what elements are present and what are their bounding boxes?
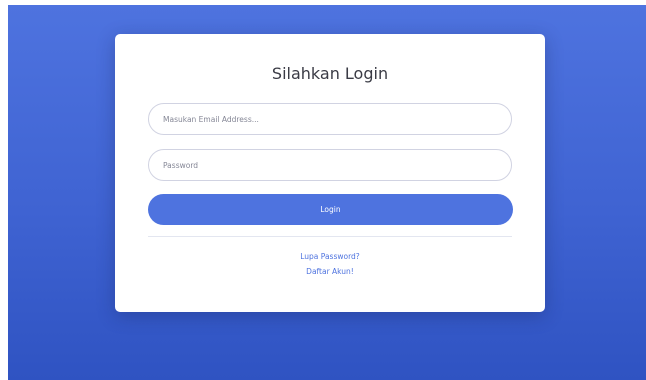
forgot-password-link[interactable]: Lupa Password? (115, 252, 545, 261)
password-field[interactable] (148, 149, 512, 181)
email-field[interactable] (148, 103, 512, 135)
page-background: Silahkan Login Login Lupa Password? Daft… (8, 5, 646, 380)
register-link[interactable]: Daftar Akun! (115, 267, 545, 276)
page-title: Silahkan Login (271, 64, 389, 83)
login-button[interactable]: Login (148, 194, 513, 225)
login-card: Silahkan Login Login Lupa Password? Daft… (115, 34, 545, 312)
divider (148, 236, 512, 237)
